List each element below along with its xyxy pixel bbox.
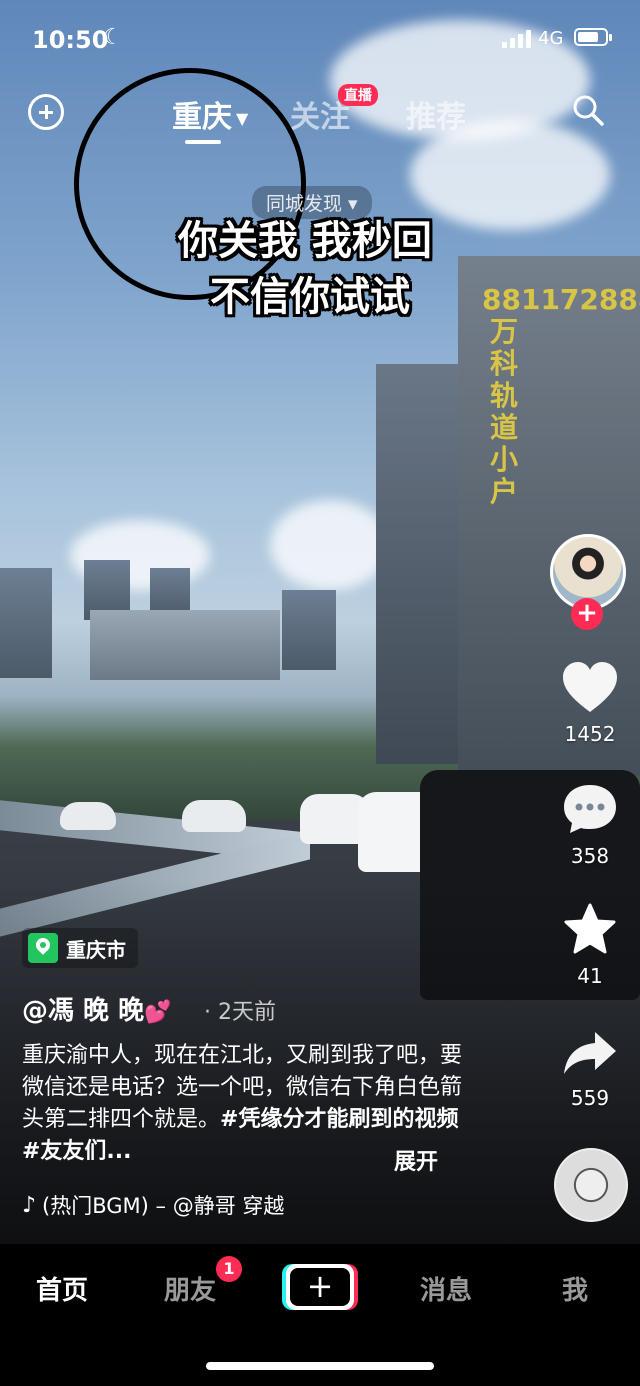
video-overlay-text-line1: 你关我 我秒回 (178, 218, 432, 264)
music-info[interactable]: ♪ (热门BGM) – @静哥 穿越 (22, 1190, 362, 1220)
plus-icon: + (290, 1268, 350, 1306)
cloud (270, 500, 390, 590)
status-time: 10:50 (32, 26, 109, 54)
battery-icon (574, 28, 612, 46)
tab-messages[interactable]: 消息 (420, 1270, 472, 1307)
music-disc[interactable] (554, 1148, 628, 1222)
author-handle: @馮 晚 晚 (22, 996, 145, 1026)
status-bar: 10:50 ☾ 4G (0, 0, 640, 80)
comment-count: 358 (570, 844, 610, 868)
search-icon[interactable] (572, 94, 604, 126)
location-tag[interactable]: 重庆市 (22, 928, 138, 968)
music-title: (热门BGM) – @静哥 穿越 (42, 1194, 285, 1218)
tab-me[interactable]: 我 (562, 1270, 588, 1307)
music-note-icon: ♪ (22, 1192, 37, 1218)
friends-badge: 1 (216, 1256, 242, 1282)
create-button[interactable]: + (286, 1264, 354, 1310)
like-count: 1452 (564, 722, 616, 746)
tab-friends[interactable]: 朋友 (164, 1270, 216, 1307)
author-name[interactable]: @馮 晚 晚💕 (22, 990, 172, 1027)
favorite-button[interactable]: 41 (548, 902, 632, 988)
moon-icon: ☾ (103, 25, 123, 50)
heart-icon (563, 662, 617, 712)
share-arrow-icon (564, 1032, 616, 1074)
favorite-count: 41 (577, 964, 603, 988)
follow-button[interactable]: + (571, 598, 603, 630)
post-time: · 2天前 (204, 1000, 276, 1025)
share-button[interactable]: 559 (548, 1028, 632, 1110)
comment-button[interactable]: 358 (548, 782, 632, 868)
location-pin-icon (28, 933, 58, 963)
hearts-emoji: 💕 (144, 1000, 172, 1025)
home-indicator (206, 1362, 434, 1370)
signal-icon (502, 30, 531, 48)
tab-recommend[interactable]: 推荐 (406, 92, 466, 136)
tab-home[interactable]: 首页 (36, 1270, 88, 1307)
battery-fill (578, 32, 598, 42)
building (0, 568, 52, 678)
share-count: 559 (570, 1086, 610, 1110)
add-icon[interactable] (28, 94, 64, 130)
billboard-text: 881172888万科轨道小户 (482, 283, 640, 508)
expand-caption-button[interactable]: 展开 (394, 1144, 438, 1176)
building (282, 590, 336, 670)
comment-icon (564, 785, 616, 833)
star-icon (564, 903, 616, 954)
like-button[interactable]: 1452 (548, 660, 632, 746)
network-type: 4G (538, 28, 564, 49)
tower (376, 364, 464, 764)
bottom-tab-bar: 首页 朋友 1 + 消息 我 (0, 1244, 640, 1386)
building (90, 610, 280, 680)
car (182, 800, 246, 832)
video-overlay-text-line2: 不信你试试 (210, 274, 410, 320)
live-badge[interactable]: 直播 (338, 84, 378, 106)
location-label: 重庆市 (66, 937, 126, 962)
car (60, 802, 116, 830)
